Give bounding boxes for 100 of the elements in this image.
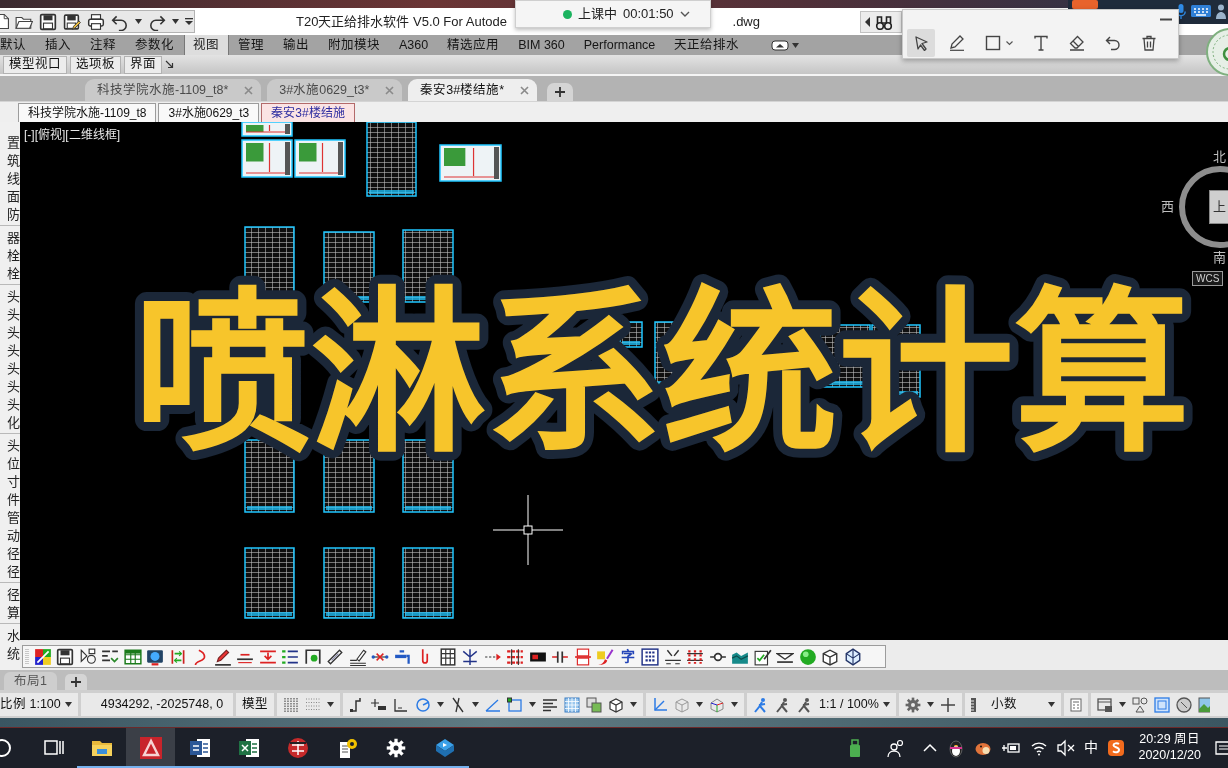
settings-icon[interactable]: [904, 696, 921, 713]
angle-icon[interactable]: [393, 696, 410, 713]
sidebar-item[interactable]: 动: [0, 527, 20, 545]
branch-icon[interactable]: [461, 647, 479, 666]
file-tab[interactable]: 3#水施0629_t3*: [267, 79, 403, 101]
layers-icon[interactable]: [586, 696, 603, 713]
panel-toggle-icon[interactable]: [770, 38, 789, 52]
new-tab-button[interactable]: [547, 83, 574, 101]
sidebar-item[interactable]: 头: [0, 306, 20, 324]
shapes-icon[interactable]: [1131, 696, 1148, 713]
viewport-label[interactable]: [-][俯视][二维线框]: [24, 128, 120, 143]
calculator-grid-icon[interactable]: [641, 647, 659, 666]
sidebar-item[interactable]: 栓: [0, 247, 20, 265]
cube-icon[interactable]: [821, 647, 839, 666]
sidebar-item[interactable]: 头: [0, 324, 20, 342]
penguin-icon[interactable]: [947, 738, 966, 758]
ribbon-tab[interactable]: 默认: [0, 35, 36, 55]
sidebar-item[interactable]: 头: [0, 396, 20, 414]
layout-tab[interactable]: 布局1: [4, 672, 57, 690]
scale-dropdown[interactable]: 比例 1:100: [0, 697, 72, 712]
minimize-icon[interactable]: [1160, 18, 1172, 21]
sidebar-item[interactable]: 统: [0, 645, 20, 663]
s-logo-icon[interactable]: [1107, 739, 1126, 757]
circle-slash-icon[interactable]: [1175, 696, 1192, 713]
caret-icon[interactable]: [529, 702, 537, 707]
caret-icon[interactable]: [926, 702, 934, 707]
caret-icon[interactable]: [472, 702, 480, 707]
ribbon-tab[interactable]: Performance: [574, 35, 665, 55]
stacked-dashes-icon[interactable]: [506, 647, 524, 666]
keyboard-icon[interactable]: [1191, 4, 1211, 18]
color-blocks-icon[interactable]: [33, 647, 52, 666]
caret-icon[interactable]: [696, 702, 704, 707]
sidebar-item[interactable]: 头: [0, 342, 20, 360]
check-pencil-icon[interactable]: [753, 647, 772, 666]
sidebar-item[interactable]: 径: [0, 563, 20, 581]
ribbon-panel-button[interactable]: 界面: [124, 55, 162, 74]
paint-brush-icon[interactable]: [596, 647, 614, 666]
ribbon-tab[interactable]: 附加模块: [318, 35, 390, 55]
ribbon-tab[interactable]: 管理: [228, 35, 274, 55]
ribbon-tab[interactable]: 输出: [273, 35, 319, 55]
model-space-button[interactable]: 模型: [242, 697, 269, 712]
plus-bar-icon[interactable]: [371, 696, 388, 713]
pen-lines-icon[interactable]: [348, 647, 367, 666]
ribbon-panel-button[interactable]: 模型视口: [3, 55, 67, 74]
sidebar-item[interactable]: 件: [0, 491, 20, 509]
lines-icon[interactable]: [542, 696, 559, 713]
frame-dot-icon[interactable]: [303, 647, 322, 666]
ring-icon[interactable]: [0, 736, 12, 760]
sidebar-item[interactable]: 径: [0, 545, 20, 563]
sidebar-item[interactable]: 头: [0, 437, 20, 455]
drawing-tab[interactable]: 3#水施0629_t3: [158, 103, 260, 122]
menu-caret-icon[interactable]: [185, 18, 193, 25]
list-lines-icon[interactable]: [281, 647, 299, 666]
person-icon[interactable]: [1216, 3, 1226, 19]
ribbon-tab[interactable]: 插入: [35, 35, 81, 55]
sidebar-item[interactable]: 寸: [0, 473, 20, 491]
ribbon-panel-button[interactable]: 选项板: [70, 55, 121, 74]
scale-icon[interactable]: [663, 647, 682, 666]
caret-icon[interactable]: [135, 19, 142, 24]
units-dropdown[interactable]: 小数: [984, 697, 1055, 712]
caret-icon[interactable]: [327, 702, 335, 707]
sidebar-item[interactable]: 置: [0, 134, 20, 152]
sidebar-item[interactable]: 头: [0, 378, 20, 396]
grip-icon[interactable]: [25, 647, 29, 666]
picture-icon[interactable]: [1197, 696, 1210, 713]
muted-speaker-icon[interactable]: [1057, 738, 1076, 758]
file-tab[interactable]: 科技学院水施-1109_t8*: [85, 79, 262, 101]
sidebar-item[interactable]: 化: [0, 414, 20, 432]
cube-icon[interactable]: [608, 696, 625, 713]
annotation-scale-dropdown[interactable]: 1:1 / 100%: [819, 697, 890, 712]
new-layout-button[interactable]: [64, 674, 87, 690]
grid-table-icon[interactable]: [438, 647, 457, 666]
caret-icon[interactable]: [630, 702, 638, 707]
caret-icon[interactable]: [1118, 702, 1126, 707]
sidebar-item[interactable]: 算: [0, 604, 20, 622]
notification-icon[interactable]: [1214, 738, 1228, 758]
ribbon-tab[interactable]: A360: [389, 35, 438, 55]
ribbon-tab[interactable]: 天正给排水: [664, 35, 749, 55]
ribbon-tab[interactable]: 参数化: [125, 35, 184, 55]
floppy-pencil-icon[interactable]: [63, 12, 81, 31]
sidebar-item[interactable]: 筑: [0, 152, 20, 170]
sidebar-item[interactable]: 器: [0, 229, 20, 247]
plus-icon[interactable]: [939, 696, 956, 713]
caret-icon[interactable]: [437, 702, 445, 707]
sidebar-item[interactable]: 面: [0, 188, 20, 206]
sidebar-item[interactable]: 管: [0, 509, 20, 527]
ruler-icon[interactable]: [970, 696, 979, 713]
sidebar-item[interactable]: 水: [0, 627, 20, 645]
printer-icon[interactable]: [87, 12, 105, 31]
caret-icon[interactable]: [731, 702, 739, 707]
sidebar-item[interactable]: 头: [0, 288, 20, 306]
people-icon[interactable]: [887, 738, 906, 758]
sidebar-item[interactable]: 径: [0, 586, 20, 604]
window-lock-icon[interactable]: [1096, 696, 1113, 713]
sidebar-item[interactable]: 防: [0, 206, 20, 224]
text-button[interactable]: 字: [618, 647, 637, 666]
axes-icon[interactable]: [652, 696, 669, 713]
clock[interactable]: 20:29 周日 2020/12/20: [1134, 732, 1205, 764]
compass-ring[interactable]: [1176, 166, 1228, 248]
drawing-tab[interactable]: 科技学院水施-1109_t8: [18, 103, 157, 122]
